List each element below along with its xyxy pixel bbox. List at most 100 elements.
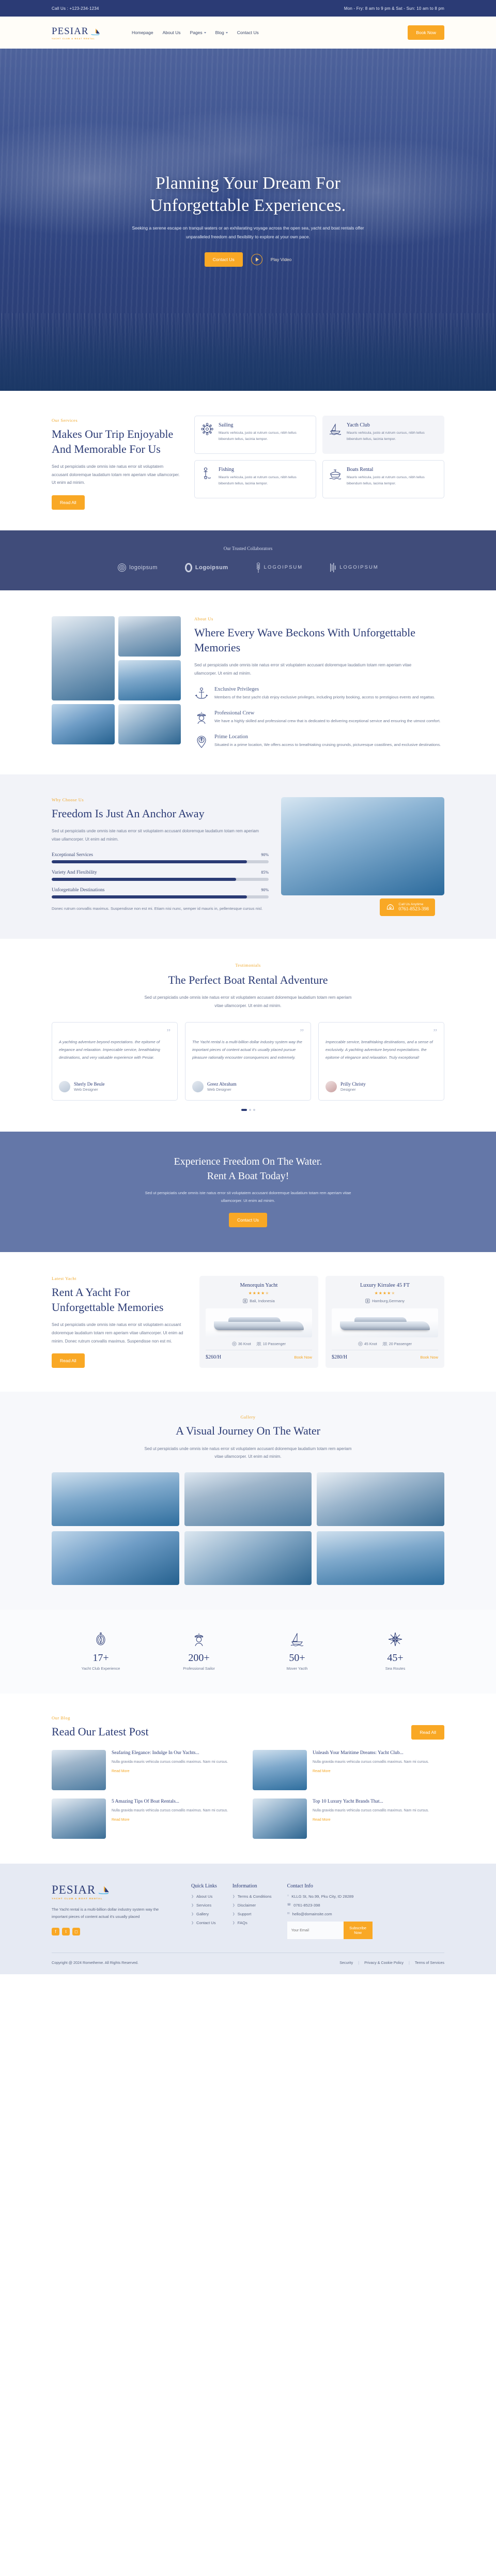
hero-contact-button[interactable]: Contact Us [204, 252, 243, 267]
blog-post-image [253, 1749, 307, 1790]
rent-title: Rent A Yacht For Unforgettable Memories [52, 1286, 164, 1314]
yacht-book-now-link[interactable]: Book Now [294, 1355, 312, 1360]
footer-information: Information ❯ Terms & Conditions ❯ Disclai… [233, 1883, 272, 1939]
gallery-image-2[interactable] [184, 1472, 312, 1526]
play-video-button[interactable] [251, 253, 262, 265]
stat-label: Professional Sailor [183, 1666, 215, 1671]
footer-link-gallery[interactable]: ❯ Gallery [191, 1912, 217, 1916]
skill-bar-unforgettable-destinations: Unforgettable Destinations 90% [52, 888, 269, 899]
blog-post-card[interactable]: 5 Amazing Tips Of Boat Rentals... Nulla … [52, 1798, 243, 1839]
footer-logo[interactable]: PESIAR YACHT CLUB & BOAT RENTAL [52, 1883, 114, 1900]
chevron-right-icon: ❯ [191, 1912, 194, 1916]
rent-read-all-button[interactable]: Read All [52, 1353, 85, 1368]
boat-icon [329, 467, 342, 492]
subscribe-now-button[interactable]: Subscribe Now [343, 1921, 373, 1939]
nav-item-blog[interactable]: Blog [215, 30, 228, 35]
site-logo[interactable]: PESIAR YACHT CLUB & BOAT RENTAL [52, 26, 114, 40]
facebook-icon[interactable]: f [52, 1928, 59, 1936]
footer-link-contact-us[interactable]: ❯ Contact Us [191, 1920, 217, 1925]
spiral-icon [118, 563, 127, 572]
site-footer: PESIAR YACHT CLUB & BOAT RENTAL The Yach… [0, 1863, 496, 1974]
yacht-card-menorquin[interactable]: Menorquin Yacht ★★★★★ Bali, Indonesia 36… [199, 1276, 318, 1368]
divider: | [409, 1960, 410, 1965]
footer-link-support[interactable]: ❯ Support [233, 1912, 272, 1916]
about-feature-title: Exclusive Privileges [214, 687, 259, 693]
service-card-title: Yacth Club [347, 422, 370, 428]
about-eyebrow: About Us [194, 616, 213, 621]
yacht-book-now-link[interactable]: Book Now [420, 1355, 438, 1360]
footer-bottom-link-security[interactable]: Security [339, 1960, 353, 1965]
footer-address: ⌂ KLLG St, No.99, Pku City, ID 28289 [287, 1894, 354, 1899]
gallery-image-5[interactable] [184, 1531, 312, 1585]
nav-item-pages[interactable]: Pages [190, 30, 206, 35]
blog-post-title: Seafaring Elegance: Indulge In Our Yacht… [112, 1750, 199, 1756]
blog-read-more-link[interactable]: Read More [313, 1770, 331, 1773]
about-feature-text: Situated in a prime location, We offers … [214, 742, 441, 748]
carousel-dot-active[interactable] [241, 1109, 247, 1111]
rent-eyebrow: Latest Yacht [52, 1276, 77, 1282]
stars-full: ★★★★ [248, 1291, 266, 1296]
footer-link-terms[interactable]: ❯ Terms & Conditions [233, 1894, 272, 1899]
skill-bar-variety-and-flexibility: Variety And Flexibility 85% [52, 870, 269, 881]
skill-bar-exceptional-services: Exceptional Services 90% [52, 852, 269, 864]
blog-read-more-link[interactable]: Read More [313, 1818, 331, 1822]
blog-post-title: Top 10 Luxury Yacht Brands That... [313, 1798, 383, 1804]
service-card-fishing[interactable]: Fishing Mauris vehicula, justo at rutrum… [194, 460, 316, 498]
service-card-title: Sailing [219, 422, 234, 428]
cta-banner-button[interactable]: Contact Us [228, 1213, 268, 1228]
footer-quick-links: Quick Links ❯ About Us ❯ Services ❯ Gallery… [191, 1883, 217, 1939]
top-utility-bar: Call Us : +123-234-1234 Mon - Fry: 8 am … [0, 0, 496, 17]
nav-label: About Us [162, 30, 181, 35]
carousel-dot[interactable] [253, 1109, 255, 1111]
carousel-dots[interactable] [0, 1109, 496, 1111]
footer-link-faqs[interactable]: ❯ FAQs [233, 1920, 272, 1925]
footer-email[interactable]: ✉ hello@domainsite.com [287, 1912, 373, 1916]
skill-value: 90% [261, 852, 269, 858]
blog-title: Read Our Latest Post [52, 1725, 149, 1738]
stat-number: 17+ [92, 1652, 109, 1664]
blog-post-card[interactable]: Top 10 Luxury Yacht Brands That... Nulla… [253, 1798, 444, 1839]
footer-link-about-us[interactable]: ❯ About Us [191, 1894, 217, 1899]
footer-bottom-link-terms[interactable]: Terms of Services [415, 1960, 444, 1965]
about-image-3 [118, 660, 181, 700]
blog-read-more-link[interactable]: Read More [112, 1818, 130, 1822]
nav-item-contact-us[interactable]: Contact Us [237, 30, 259, 35]
blog-post-image [52, 1749, 106, 1790]
chevron-right-icon: ❯ [232, 1903, 235, 1907]
call-us-card[interactable]: Call Us Anytime 0761-8523-398 [380, 898, 435, 916]
blog-post-card[interactable]: Seafaring Elegance: Indulge In Our Yacht… [52, 1749, 243, 1790]
newsletter-email-input[interactable] [287, 1921, 344, 1939]
gallery-image-6[interactable] [317, 1531, 444, 1585]
blog-post-card[interactable]: Unleash Your Maritime Dreams: Yacht Club… [253, 1749, 444, 1790]
blog-read-more-link[interactable]: Read More [112, 1770, 130, 1773]
about-feature-title: Professional Crew [214, 710, 255, 717]
carousel-dot[interactable] [249, 1109, 251, 1111]
skill-value: 90% [261, 888, 269, 893]
services-read-all-button[interactable]: Read All [52, 495, 85, 510]
footer-quick-links-title: Quick Links [191, 1883, 217, 1889]
logo-text: PESIAR [52, 25, 89, 37]
testimonial-name: Prilly Christy [340, 1081, 366, 1087]
book-now-button[interactable]: Book Now [408, 25, 444, 40]
nav-item-about-us[interactable]: About Us [163, 30, 181, 35]
footer-link-services[interactable]: ❯ Services [191, 1903, 217, 1908]
sailboat-icon [248, 1630, 346, 1648]
nav-item-homepage[interactable]: Homepage [132, 30, 153, 35]
gallery-image-4[interactable] [52, 1531, 179, 1585]
service-card-sailing[interactable]: Sailing Mauris vehicula, justo at rutrum… [194, 416, 316, 454]
instagram-icon[interactable]: ◻ [72, 1928, 80, 1936]
testimonial-name: Greez Abraham [207, 1081, 237, 1087]
footer-phone[interactable]: ☎ 0761-8523-398 [287, 1903, 373, 1908]
testimonials-eyebrow: Testimonials [235, 962, 261, 968]
footer-bottom-link-privacy[interactable]: Privacy & Cookie Policy [364, 1960, 404, 1965]
yacht-card-kirralee[interactable]: Luxury Kirralee 45 FT ★★★★★ Hamburg,Germ… [326, 1276, 444, 1368]
gallery-image-1[interactable] [52, 1472, 179, 1526]
stat-number: 200+ [188, 1652, 210, 1664]
footer-link-disclaimer[interactable]: ❯ Disclaimer [233, 1903, 272, 1908]
gallery-image-3[interactable] [317, 1472, 444, 1526]
blog-read-all-button[interactable]: Read All [411, 1725, 444, 1740]
wheat-icon [256, 562, 260, 573]
service-card-boats-rental[interactable]: Boats Rental Mauris vehicula, justo at r… [322, 460, 444, 498]
twitter-icon[interactable]: t [62, 1928, 70, 1936]
service-card-yacth-club[interactable]: Yacth Club Mauris vehicula, justo at rut… [322, 416, 444, 454]
